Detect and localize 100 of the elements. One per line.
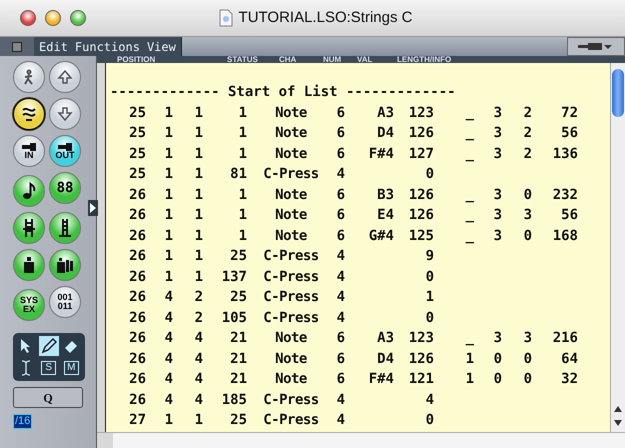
column-header: LENGTH/INFO bbox=[397, 56, 452, 63]
position-cell-text: 1 bbox=[194, 226, 203, 246]
tool-button[interactable]: M bbox=[61, 358, 82, 378]
channel-cell-text: 6 bbox=[336, 350, 345, 368]
quantize-button[interactable]: Q bbox=[13, 387, 83, 408]
position-cell-text: 26 bbox=[128, 186, 146, 204]
event-row[interactable]: 26 4 2 105 C-Press 4 0 bbox=[108, 308, 610, 328]
toolbar-button[interactable]: 88 bbox=[49, 172, 81, 204]
position-cell-text: 81 bbox=[229, 165, 247, 184]
button-label: 001 011 bbox=[57, 293, 73, 311]
position-cell-text: 26 bbox=[128, 390, 146, 410]
toolbar-button[interactable] bbox=[13, 175, 45, 207]
value-cell-text: 0 bbox=[424, 268, 434, 286]
toolbar-button[interactable] bbox=[49, 98, 81, 130]
value-cell-text: 126 bbox=[408, 206, 434, 225]
position-cell-text: 4 bbox=[164, 390, 173, 410]
channel-cell-text: 6 bbox=[336, 144, 345, 164]
event-row[interactable]: 26 1 1 25 C-Press 4 9 bbox=[108, 246, 610, 266]
value-cell-text: 0 bbox=[424, 308, 434, 328]
position-cell-text: 1 bbox=[164, 411, 173, 430]
column-header: CHA bbox=[279, 56, 298, 63]
position-cell-text: 26 bbox=[128, 329, 146, 348]
toolbar-button[interactable] bbox=[13, 61, 45, 93]
event-row[interactable]: 27 1 1 25 C-Press 4 0 bbox=[108, 410, 610, 430]
link-menu-button[interactable] bbox=[567, 37, 625, 56]
length-cell-text: 56 bbox=[560, 124, 578, 143]
status-cell-text: Note bbox=[274, 329, 308, 348]
toolbar-button[interactable] bbox=[49, 249, 81, 281]
status-cell-text: C-Press bbox=[262, 247, 320, 266]
position-cell-text: 4 bbox=[164, 288, 173, 307]
zoom-button[interactable] bbox=[70, 10, 86, 26]
event-row[interactable]: 25 1 1 81 C-Press 4 0 bbox=[108, 164, 610, 184]
toolbar-button[interactable]: SYS EX bbox=[13, 289, 45, 321]
value-cell-text: 9 bbox=[424, 247, 434, 266]
event-row[interactable]: 25 1 1 1 Note 6 A3 123 _ 3 2 72 bbox=[108, 102, 610, 123]
toolbar-button[interactable]: IN bbox=[13, 135, 45, 167]
status-cell-text: Note bbox=[274, 186, 308, 204]
channel-cell-text: 6 bbox=[336, 370, 345, 389]
length-cell-text: _ bbox=[464, 226, 474, 246]
value-cell-text: 123 bbox=[408, 329, 434, 348]
event-row[interactable]: 26 1 1 1 Note 6 G#4 125 _ 3 0 168 bbox=[108, 226, 610, 246]
pencil-icon bbox=[40, 338, 57, 354]
toolbar-button[interactable]: OUT bbox=[49, 135, 81, 167]
length-cell-text: 56 bbox=[560, 206, 578, 225]
position-cell-text: 21 bbox=[229, 370, 247, 389]
event-row[interactable]: 26 1 1 137 C-Press 4 0 bbox=[108, 266, 610, 287]
channel-cell-text: 6 bbox=[336, 329, 345, 348]
plug-icon bbox=[578, 42, 614, 51]
status-cell-text: Note bbox=[274, 104, 308, 122]
menu-item[interactable]: View bbox=[146, 38, 176, 56]
event-row[interactable]: 26 1 1 1 Note 6 E4 126 _ 3 3 56 bbox=[108, 205, 610, 226]
status-cell-text: Note bbox=[274, 206, 308, 225]
down-arrow-icon bbox=[57, 106, 73, 122]
position-cell-text: 185 bbox=[220, 390, 247, 410]
toolbar-button[interactable] bbox=[13, 98, 45, 130]
length-cell-text: _ bbox=[464, 186, 474, 204]
event-row[interactable]: 25 1 1 1 Note 6 D4 126 _ 3 2 56 bbox=[108, 123, 610, 144]
length-cell-text: 232 bbox=[552, 186, 578, 204]
event-row[interactable]: 25 1 1 1 Note 6 F#4 127 _ 3 2 136 bbox=[108, 144, 610, 164]
pencil-tool[interactable] bbox=[38, 336, 59, 356]
toolbar-button[interactable]: 001 011 bbox=[49, 286, 81, 318]
position-cell-text: 1 bbox=[164, 104, 173, 122]
toolbar-button[interactable] bbox=[13, 249, 45, 281]
close-button[interactable] bbox=[20, 10, 36, 26]
position-cell-text: 1 bbox=[238, 124, 247, 143]
tool-button[interactable]: S bbox=[38, 358, 59, 378]
menu-item[interactable]: Edit bbox=[39, 38, 68, 56]
position-cell-text: 26 bbox=[128, 350, 146, 368]
length-cell-text: _ bbox=[464, 206, 474, 225]
position-cell-text: 27 bbox=[128, 411, 146, 430]
quantize-value[interactable]: /16 bbox=[13, 414, 32, 429]
event-row[interactable]: 26 1 1 1 Note 6 B3 126 _ 3 0 232 bbox=[108, 184, 610, 205]
scroll-thumb[interactable] bbox=[612, 69, 624, 117]
position-cell-text: 1 bbox=[164, 247, 173, 266]
position-cell-text: 26 bbox=[128, 370, 146, 389]
position-cell-text: 25 bbox=[229, 411, 247, 430]
event-row[interactable]: 26 4 4 21 Note 6 D4 126 1 0 0 64 bbox=[108, 348, 610, 369]
length-cell-text: 168 bbox=[552, 226, 578, 246]
position-cell-text: 26 bbox=[128, 308, 146, 328]
toolbar-button[interactable] bbox=[13, 212, 45, 244]
collapse-box[interactable] bbox=[12, 42, 22, 52]
position-cell-text: 4 bbox=[164, 370, 173, 389]
scroll-thumb[interactable] bbox=[97, 433, 113, 448]
button-label: IN bbox=[24, 150, 34, 160]
status-cell-text: Note bbox=[274, 144, 308, 164]
toolbar-button[interactable] bbox=[49, 212, 81, 244]
minimize-button[interactable] bbox=[45, 10, 61, 26]
channel-cell-text: 4 bbox=[336, 308, 345, 328]
length-cell-text: 0 bbox=[522, 226, 532, 246]
event-row[interactable]: 26 4 4 21 Note 6 A3 123 _ 3 3 216 bbox=[108, 328, 610, 348]
expand-arrow-icon[interactable] bbox=[88, 200, 98, 216]
toolbar-button[interactable] bbox=[49, 61, 81, 93]
event-row[interactable]: 26 4 2 25 C-Press 4 1 bbox=[108, 287, 610, 308]
event-row[interactable]: 26 4 4 185 C-Press 4 4 bbox=[108, 390, 610, 410]
event-row[interactable]: 26 4 4 21 Note 6 F#4 121 1 0 0 32 bbox=[108, 369, 610, 390]
menu-item[interactable]: Functions bbox=[74, 38, 140, 56]
ladder-icon bbox=[22, 218, 36, 238]
length-cell-text: 1 bbox=[464, 370, 474, 389]
position-cell-text: 2 bbox=[194, 308, 203, 328]
length-cell-text: _ bbox=[464, 144, 474, 164]
